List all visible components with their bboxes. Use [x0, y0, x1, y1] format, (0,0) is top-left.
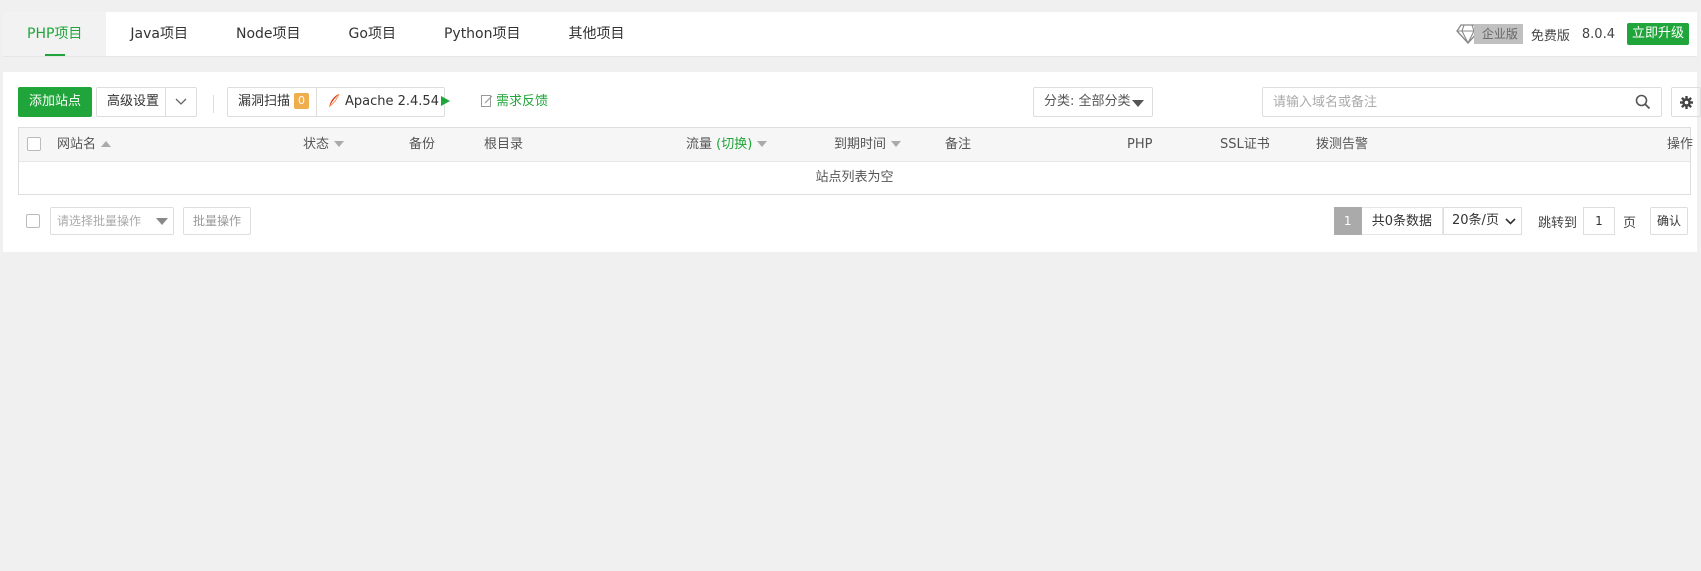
add-site-button[interactable]: 添加站点: [18, 87, 93, 117]
triangle-down-icon: [1132, 100, 1144, 107]
project-tabs: PHP项目 Java项目 Node项目 Go项目 Python项目 其他项目: [3, 12, 649, 56]
site-table: 网站名 状态 备份 根目录 流量 (切换) 到期时间 备注 PHP SSL证书 …: [18, 127, 1694, 195]
col-status[interactable]: 状态: [303, 128, 344, 161]
col-root-dir: 根目录: [484, 137, 524, 152]
toolbar-divider: [213, 95, 214, 113]
col-ssl: SSL证书: [1220, 137, 1270, 152]
total-count: 共0条数据: [1361, 207, 1444, 235]
triangle-down-icon: [156, 218, 168, 225]
tab-go[interactable]: Go项目: [325, 12, 420, 56]
advanced-settings-dropdown[interactable]: [165, 87, 197, 117]
upgrade-button[interactable]: 立即升级: [1626, 23, 1689, 45]
feedback-label: 需求反馈: [496, 94, 549, 109]
col-traffic[interactable]: 流量 (切换): [686, 128, 767, 161]
per-page-value: 20条/页: [1452, 213, 1499, 228]
col-php: PHP: [1127, 137, 1153, 152]
vuln-scan-button[interactable]: 漏洞扫描 0: [227, 87, 321, 117]
batch-operation-button[interactable]: 批量操作: [183, 207, 252, 235]
tab-python[interactable]: Python项目: [420, 12, 545, 56]
jump-to-label: 跳转到: [1537, 215, 1577, 231]
enterprise-badge[interactable]: 企业版: [1473, 24, 1523, 44]
page-unit-label: 页: [1622, 215, 1636, 231]
search-icon[interactable]: [1635, 94, 1651, 110]
apache-label: Apache 2.4.54: [345, 94, 439, 109]
chevron-down-icon: [1505, 218, 1516, 225]
col-traffic-label: 流量: [686, 137, 713, 152]
jump-page-input[interactable]: [1582, 207, 1615, 235]
version-number: 8.0.4: [1581, 26, 1615, 42]
select-all-checkbox[interactable]: [27, 137, 41, 151]
category-value: 分类: 全部分类: [1044, 94, 1131, 109]
settings-button[interactable]: [1671, 87, 1701, 117]
vuln-scan-label: 漏洞扫描: [238, 94, 291, 109]
col-actions: 操作: [1667, 137, 1694, 152]
col-monitor: 拨测告警: [1316, 137, 1369, 152]
traffic-switch-link[interactable]: (切换): [716, 137, 752, 152]
batch-operation-select[interactable]: 请选择批量操作: [50, 207, 174, 235]
gear-icon: [1680, 96, 1693, 109]
table-footer: 请选择批量操作 批量操作 1 共0条数据 20条/页 跳转到 页 确认: [18, 207, 1697, 237]
batch-select-placeholder: 请选择批量操作: [57, 214, 142, 228]
advanced-settings-button[interactable]: 高级设置: [96, 87, 171, 117]
search-input[interactable]: [1262, 87, 1662, 117]
col-expire[interactable]: 到期时间: [834, 128, 901, 161]
tab-php[interactable]: PHP项目: [3, 12, 107, 56]
pagination: 1 共0条数据 20条/页 跳转到 页 确认: [1333, 207, 1688, 235]
feather-icon: [329, 93, 340, 108]
chevron-down-icon: [175, 98, 187, 105]
tab-node[interactable]: Node项目: [212, 12, 325, 56]
tab-java[interactable]: Java项目: [106, 12, 212, 56]
table-header: 网站名 状态 备份 根目录 流量 (切换) 到期时间 备注 PHP SSL证书 …: [19, 128, 1694, 162]
footer-select-all-checkbox[interactable]: [26, 214, 40, 228]
vuln-count-badge: 0: [294, 92, 310, 109]
col-backup: 备份: [409, 137, 436, 152]
confirm-jump-button[interactable]: 确认: [1649, 207, 1688, 235]
tab-other[interactable]: 其他项目: [545, 12, 649, 56]
project-tab-bar: PHP项目 Java项目 Node项目 Go项目 Python项目 其他项目 企…: [3, 12, 1697, 57]
toolbar: 添加站点 高级设置 漏洞扫描 0 Apache 2.4.54 需求反馈 分类: 全…: [18, 87, 1701, 117]
free-edition-label: 免费版: [1530, 28, 1570, 44]
version-info: 企业版 免费版 8.0.4 立即升级: [1456, 12, 1689, 56]
site-list-panel: 添加站点 高级设置 漏洞扫描 0 Apache 2.4.54 需求反馈 分类: 全…: [3, 72, 1701, 252]
edit-icon: [481, 95, 493, 107]
category-select[interactable]: 分类: 全部分类: [1033, 87, 1153, 117]
apache-button[interactable]: Apache 2.4.54: [316, 87, 450, 117]
col-site-name[interactable]: 网站名: [57, 128, 111, 161]
col-remark: 备注: [945, 137, 972, 152]
per-page-select[interactable]: 20条/页: [1443, 207, 1522, 235]
play-icon: [440, 95, 450, 106]
page-number-current[interactable]: 1: [1333, 207, 1362, 235]
feedback-link[interactable]: 需求反馈: [481, 87, 548, 117]
empty-table-message: 站点列表为空: [815, 170, 894, 185]
